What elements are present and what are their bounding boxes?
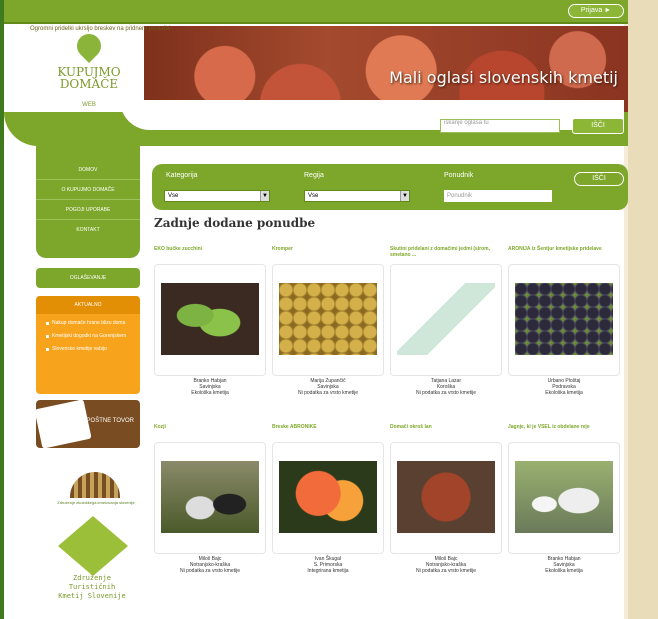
filter-bar: Kategorija Vse ▼ Regija Vse ▼ Ponudnik P… — [152, 164, 628, 210]
right-frame — [628, 0, 658, 619]
offer-image-frame[interactable] — [272, 442, 384, 554]
offer-farm-type: Ni podatka za vrsto kmetije — [297, 390, 359, 396]
leaf-icon — [72, 29, 106, 63]
offer-input[interactable]: Ponudnik — [444, 190, 552, 202]
offer-farm-type: Ekološka kmetija — [545, 390, 583, 396]
offer-card[interactable]: Domači okroš lan Miloš Bajc Notranjsko-kra… — [390, 424, 506, 604]
offer-image[interactable] — [161, 461, 259, 533]
offer-farm-type: Ni podatka za vrsto kmetije — [179, 568, 241, 574]
offer-card[interactable]: EKO bučke zucchini Branko Habjan Savinjska… — [154, 246, 270, 426]
offer-farm-type: Ni podatka za vrsto kmetije — [415, 390, 477, 396]
filter-search-button[interactable]: IŠČI — [574, 172, 624, 186]
offer-card[interactable]: Kozji Miloš Bajc Notranjsko-kraška Ni podat… — [154, 424, 270, 604]
offer-image[interactable] — [279, 461, 377, 533]
offer-image[interactable] — [279, 283, 377, 355]
offer-image-frame[interactable] — [508, 264, 620, 376]
region-select[interactable]: Vse ▼ — [304, 190, 410, 202]
offer-card[interactable]: ARONIJA iz Šentjur kmetijske pridelave Ur… — [508, 246, 624, 426]
offer-title[interactable]: EKO bučke zucchini — [154, 246, 270, 264]
offer-image[interactable] — [161, 283, 259, 355]
offer-meta: Branko Habjan Savinjska Ekološka kmetija — [508, 556, 620, 574]
chevron-down-icon: ▼ — [260, 191, 269, 201]
offer-farm-type: Ekološka kmetija — [545, 568, 583, 574]
offer-card[interactable]: Skutini pridelani z domačimi jedmi (siro… — [390, 246, 506, 426]
offer-title[interactable]: Skutini pridelani z domačimi jedmi (siro… — [390, 246, 506, 264]
tourist-farms-logo[interactable] — [58, 516, 128, 576]
offer-image-frame[interactable] — [154, 264, 266, 376]
offer-image-frame[interactable] — [154, 442, 266, 554]
offer-farm-type: Integrirana kmetija — [307, 568, 349, 574]
offer-farm-type: Ekološka kmetija — [191, 390, 229, 396]
header-title: Mali oglasi slovenskih kmetij — [389, 68, 618, 87]
nav-item-about[interactable]: O KUPUJMO DOMAČE — [36, 180, 140, 200]
offer-title[interactable]: Breske ABRONIKE — [272, 424, 388, 442]
news-box: AKTUALNO Nakup domače hrane blizu doma K… — [36, 296, 140, 394]
offer-image[interactable] — [515, 461, 613, 533]
offer-image[interactable] — [397, 461, 495, 533]
chevron-down-icon: ▼ — [400, 191, 409, 201]
offer-title[interactable]: Kromper — [272, 246, 388, 264]
offer-label: Ponudnik — [444, 172, 474, 179]
offer-meta: Urbano Ploštaj Podravska Ekološka kmetija — [508, 378, 620, 396]
news-item[interactable]: Slovenske kmetije vabijo — [46, 346, 134, 353]
category-select[interactable]: Vse ▼ — [164, 190, 270, 202]
nav-item-terms[interactable]: POGOJI UPORABE — [36, 200, 140, 220]
offer-image-frame[interactable] — [390, 264, 502, 376]
category-label: Kategorija — [166, 172, 198, 179]
tourist-farms-text: Združenje Turističnih Kmetij Slovenije — [58, 574, 126, 600]
search-input[interactable]: iskanje oglasa tu — [440, 119, 560, 133]
promo-banner[interactable]: POŠTNE TOVOR — [34, 399, 140, 449]
offer-farm-type: Ni podatka za vrsto kmetije — [415, 568, 477, 574]
offer-card[interactable]: Jagnje, ki je VSEL iz obdelane reje Brank… — [508, 424, 624, 604]
news-item[interactable]: Kmetijski dogodki na Gorenjskem — [46, 333, 134, 340]
offer-image-frame[interactable] — [390, 442, 502, 554]
promo-label: POŠTNE TOVOR — [86, 418, 134, 424]
offer-meta: Miloš Bajc Notranjsko-kraška Ni podatka za… — [154, 556, 266, 574]
offer-card[interactable]: Kromper Marija Zupančič Savinjska Ni podatk… — [272, 246, 388, 426]
nav-item-home[interactable]: DOMOV — [36, 160, 140, 180]
news-title: AKTUALNO — [36, 296, 140, 314]
section-title: Zadnje dodane ponudbe — [154, 216, 316, 230]
offer-title[interactable]: Kozji — [154, 424, 270, 442]
field-icon — [70, 472, 120, 498]
search-bar: iskanje oglasa tu IŠČI — [432, 116, 628, 138]
offer-image-frame[interactable] — [508, 442, 620, 554]
offer-title[interactable]: ARONIJA iz Šentjur kmetijske pridelave — [508, 246, 624, 264]
eco-farming-text: Združenje ekološkega kmetovanja slovenij… — [57, 500, 135, 505]
eco-farming-logo[interactable]: Združenje ekološkega kmetovanja slovenij… — [57, 460, 135, 506]
offer-meta: Tatjana Lazar Koroška Ni podatka za vrsto … — [390, 378, 502, 396]
offer-meta: Branko Habjan Savinjska Ekološka kmetija — [154, 378, 266, 396]
search-button[interactable]: IŠČI — [572, 118, 624, 134]
left-nav: DOMOV O KUPUJMO DOMAČE POGOJI UPORABE KO… — [36, 146, 140, 258]
offer-image[interactable] — [397, 283, 495, 355]
logo-text: KUPUJMO DOMAČE — [57, 65, 121, 91]
top-bar: Prijava ► — [4, 0, 628, 24]
offer-title[interactable]: Jagnje, ki je VSEL iz obdelane reje — [508, 424, 624, 442]
offer-card[interactable]: Breske ABRONIKE Ivan Škugal S. Primorska In… — [272, 424, 388, 604]
offer-image-frame[interactable] — [272, 264, 384, 376]
region-label: Regija — [304, 172, 324, 179]
nav-item-contact[interactable]: KONTAKT — [36, 220, 140, 240]
offer-image[interactable] — [515, 283, 613, 355]
offer-meta: Marija Zupančič Savinjska Ni podatka za vr… — [272, 378, 384, 396]
offer-title[interactable]: Domači okroš lan — [390, 424, 506, 442]
paper-icon — [34, 399, 92, 449]
news-item[interactable]: Nakup domače hrane blizu doma — [46, 320, 134, 327]
top-notice[interactable]: Ogromni pridelki ukrsljo breskev na prid… — [30, 26, 170, 32]
advertising-link[interactable]: OGLAŠEVANJE — [36, 268, 140, 288]
login-button[interactable]: Prijava ► — [568, 4, 624, 18]
offer-meta: Ivan Škugal S. Primorska Integrirana kmeti… — [272, 556, 384, 574]
offer-meta: Miloš Bajc Notranjsko-kraška Ni podatka za… — [390, 556, 502, 574]
